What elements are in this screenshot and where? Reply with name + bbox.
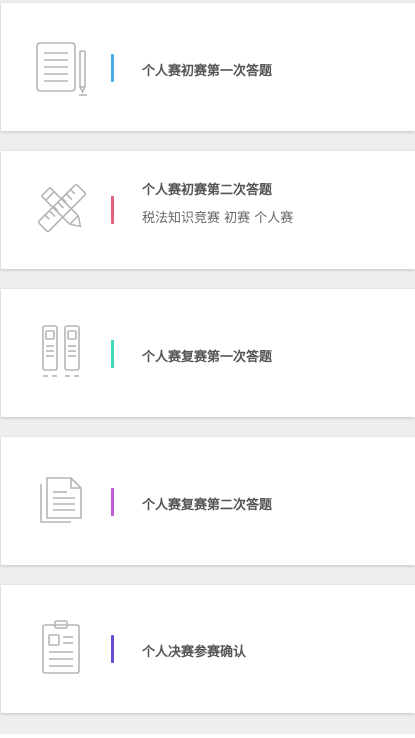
item-title: 个人赛复赛第一次答题 xyxy=(142,350,273,365)
clipboard-icon xyxy=(33,619,91,677)
accent-bar xyxy=(111,488,114,516)
binders-icon xyxy=(33,324,91,382)
list-item-round1-second[interactable]: 个人赛初赛第二次答题 税法知识竞赛 初赛 个人赛 xyxy=(1,151,415,269)
item-title: 个人决赛参赛确认 xyxy=(142,645,247,660)
notepad-pencil-icon xyxy=(33,39,91,97)
list-item-round1-first[interactable]: 个人赛初赛第一次答题 xyxy=(1,3,415,131)
list-item-final-confirm[interactable]: 个人决赛参赛确认 xyxy=(1,585,415,713)
accent-bar xyxy=(111,196,114,224)
list-item-round2-first[interactable]: 个人赛复赛第一次答题 xyxy=(1,289,415,417)
item-title: 个人赛复赛第二次答题 xyxy=(142,498,273,513)
next-card-edge xyxy=(0,734,415,738)
documents-icon xyxy=(33,472,91,530)
accent-bar xyxy=(111,340,114,368)
list-item-round2-second[interactable]: 个人赛复赛第二次答题 xyxy=(1,437,415,565)
item-title: 个人赛初赛第一次答题 xyxy=(142,64,273,79)
item-subtitle: 税法知识竞赛 初赛 个人赛 xyxy=(142,211,294,226)
ruler-pencil-icon xyxy=(33,179,91,237)
item-title: 个人赛初赛第二次答题 xyxy=(142,183,273,198)
accent-bar xyxy=(111,54,114,82)
accent-bar xyxy=(111,635,114,663)
